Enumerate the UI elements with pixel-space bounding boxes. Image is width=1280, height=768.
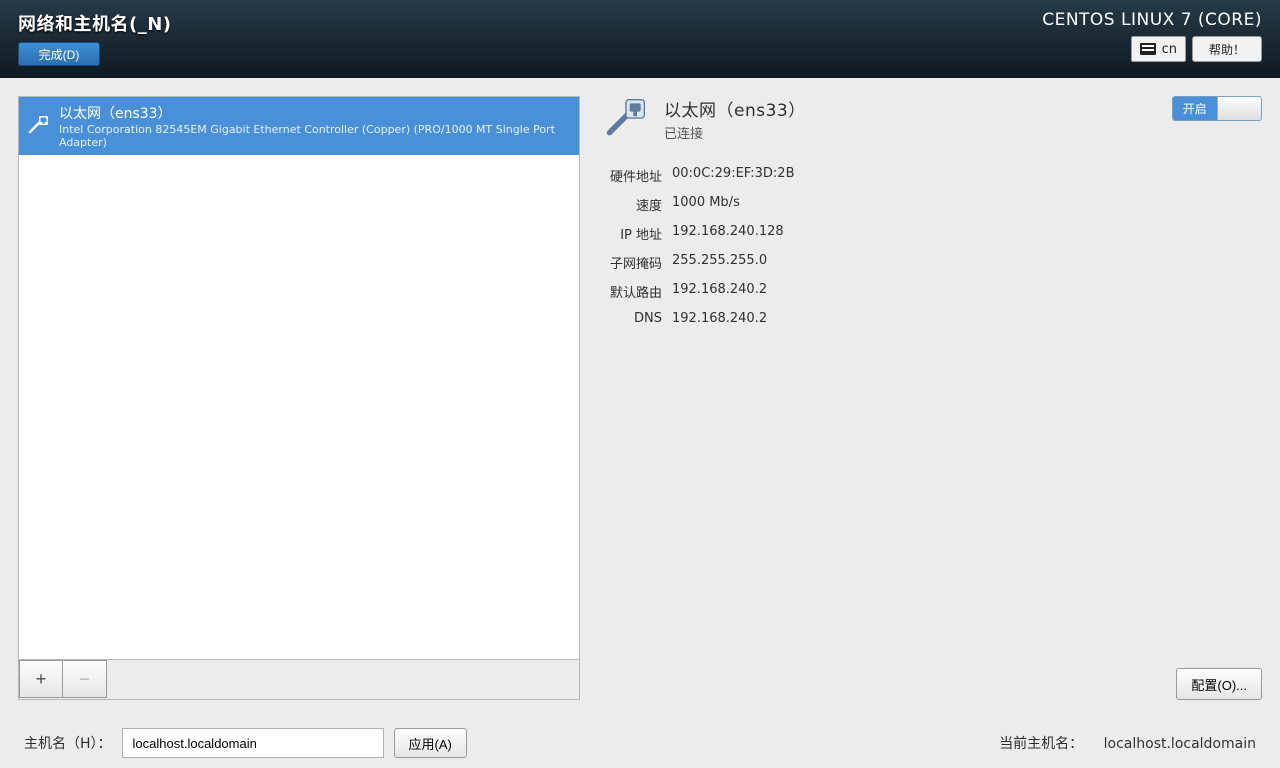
detail-label: 默认路由 [602, 282, 662, 301]
detail-interface-title: 以太网（ens33） [664, 96, 1158, 121]
detail-value: 1000 Mb/s [672, 195, 740, 214]
toggle-on-label: 开启 [1173, 97, 1217, 120]
ethernet-icon [27, 114, 51, 138]
help-button[interactable]: 帮助！ [1192, 36, 1262, 62]
remove-interface-button[interactable]: − [63, 660, 107, 698]
detail-value: 00:0C:29:EF:3D:2B [672, 166, 794, 185]
interface-list[interactable]: 以太网（ens33） Intel Corporation 82545EM Gig… [18, 96, 580, 660]
detail-value: 192.168.240.128 [672, 224, 784, 243]
interface-list-pane: 以太网（ens33） Intel Corporation 82545EM Gig… [18, 96, 580, 700]
interface-toggle[interactable]: 开启 [1172, 96, 1262, 121]
detail-value: 192.168.240.2 [672, 311, 767, 326]
hostname-bar: 主机名（H）： 应用(A) 当前主机名： localhost.localdoma… [0, 700, 1280, 768]
screen-title: 网络和主机名(_N) [18, 10, 172, 36]
toggle-knob [1217, 97, 1262, 120]
keyboard-layout-chip[interactable]: cn [1131, 36, 1186, 62]
configure-button[interactable]: 配置(O)... [1176, 668, 1262, 700]
detail-value: 192.168.240.2 [672, 282, 767, 301]
interface-list-item[interactable]: 以太网（ens33） Intel Corporation 82545EM Gig… [19, 97, 579, 155]
keyboard-layout-text: cn [1162, 42, 1177, 57]
interface-detail-pane: 以太网（ens33） 已连接 开启 硬件地址 00:0C:29:EF:3D:2B … [602, 96, 1262, 700]
keyboard-icon [1140, 43, 1156, 55]
add-interface-button[interactable]: + [19, 660, 63, 698]
hostname-label: 主机名（H）： [24, 733, 112, 753]
detail-label: 速度 [602, 195, 662, 214]
interface-desc: Intel Corporation 82545EM Gigabit Ethern… [59, 123, 571, 149]
distro-label: CENTOS LINUX 7 (CORE) [1042, 10, 1262, 30]
detail-value: 255.255.255.0 [672, 253, 767, 272]
detail-label: 子网掩码 [602, 253, 662, 272]
detail-label: DNS [602, 311, 662, 326]
ethernet-icon [602, 96, 650, 140]
current-hostname-label: 当前主机名： [999, 736, 1083, 752]
hostname-input[interactable] [122, 728, 384, 758]
header-bar: 网络和主机名(_N) 完成(D) CENTOS LINUX 7 (CORE) c… [0, 0, 1280, 78]
interface-name: 以太网（ens33） [59, 103, 571, 123]
detail-label: 硬件地址 [602, 166, 662, 185]
detail-grid: 硬件地址 00:0C:29:EF:3D:2B 速度 1000 Mb/s IP 地址 1… [602, 166, 1262, 336]
detail-interface-status: 已连接 [664, 123, 1158, 142]
detail-label: IP 地址 [602, 224, 662, 243]
list-toolbar: + − [18, 660, 580, 700]
current-hostname-value: localhost.localdomain [1104, 736, 1256, 752]
done-button[interactable]: 完成(D) [18, 42, 100, 66]
apply-hostname-button[interactable]: 应用(A) [394, 728, 467, 758]
